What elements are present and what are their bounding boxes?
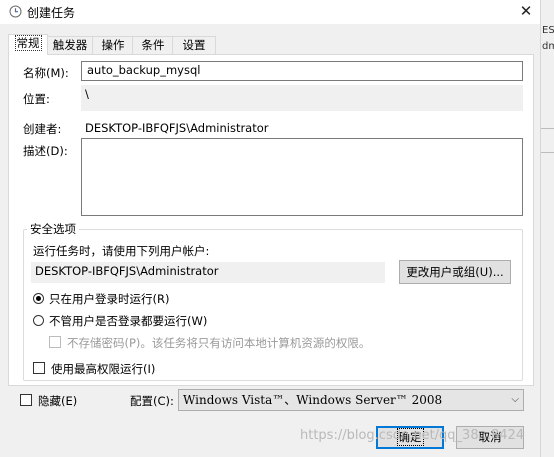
radio-run-only-logged-on-label[interactable]: 只在用户登录时运行(R)	[49, 291, 169, 307]
window-title: 创建任务	[27, 6, 76, 20]
tab-settings[interactable]: 设置	[172, 36, 216, 54]
radio-run-only-logged-on[interactable]	[33, 293, 44, 304]
location-label: 位置:	[23, 92, 50, 106]
radio-run-whether-logged-on-label[interactable]: 不管用户是否登录都要运行(W)	[49, 313, 207, 329]
general-panel: 名称(M): auto_backup_mysql 位置: \ 创建者: DESK…	[8, 54, 534, 386]
background-text-fragment: ESk	[542, 25, 554, 36]
clock-icon	[9, 5, 22, 18]
radio-run-whether-logged-on[interactable]	[33, 315, 44, 326]
no-store-password-checkbox[interactable]	[49, 336, 61, 348]
tab-conditions[interactable]: 条件	[132, 36, 174, 54]
close-icon: ✕	[519, 2, 533, 20]
hidden-label[interactable]: 隐藏(E)	[38, 393, 77, 409]
highest-privileges-label[interactable]: 使用最高权限运行(I)	[51, 361, 155, 377]
background-window-edge: ESk dm	[540, 0, 554, 457]
background-divider	[541, 152, 554, 153]
no-store-password-label: 不存储密码(P)。该任务将只有访问本地计算机资源的权限。	[67, 336, 371, 350]
background-text-fragment: dm	[542, 41, 554, 52]
location-field: \	[81, 85, 523, 111]
hidden-checkbox[interactable]	[20, 394, 32, 406]
tab-actions[interactable]: 操作	[92, 36, 134, 54]
create-task-dialog: 创建任务 ✕ 常规 触发器 操作 条件 设置 名称(M): auto_backu…	[0, 0, 540, 457]
configure-dropdown[interactable]: Windows Vista™、Windows Server™ 2008 ⌵	[178, 389, 524, 411]
description-textarea[interactable]	[81, 138, 523, 216]
cancel-button[interactable]: 取消	[456, 426, 524, 449]
close-button[interactable]: ✕	[512, 0, 540, 24]
security-options-title: 安全选项	[27, 221, 79, 237]
highest-privileges-checkbox[interactable]	[33, 362, 45, 374]
task-name-input[interactable]: auto_backup_mysql	[81, 61, 523, 81]
tab-triggers[interactable]: 触发器	[46, 36, 94, 54]
run-as-prompt: 运行任务时，请使用下列用户帐户:	[33, 244, 210, 258]
run-as-user-field: DESKTOP-IBFQFJS\Administrator	[31, 262, 385, 283]
author-value: DESKTOP-IBFQFJS\Administrator	[85, 121, 269, 135]
title-bar: 创建任务 ✕	[0, 0, 540, 24]
change-user-button[interactable]: 更改用户或组(U)...	[399, 260, 511, 284]
configure-selected-value: Windows Vista™、Windows Server™ 2008	[183, 393, 443, 407]
ok-button[interactable]: 确定	[376, 426, 444, 449]
author-label: 创建者:	[23, 122, 62, 136]
background-divider	[541, 128, 554, 129]
name-label: 名称(M):	[23, 66, 69, 80]
description-label: 描述(D):	[23, 144, 68, 158]
tab-general[interactable]: 常规	[8, 34, 48, 55]
configure-label: 配置(C):	[130, 394, 174, 408]
chevron-down-icon: ⌵	[511, 394, 519, 405]
